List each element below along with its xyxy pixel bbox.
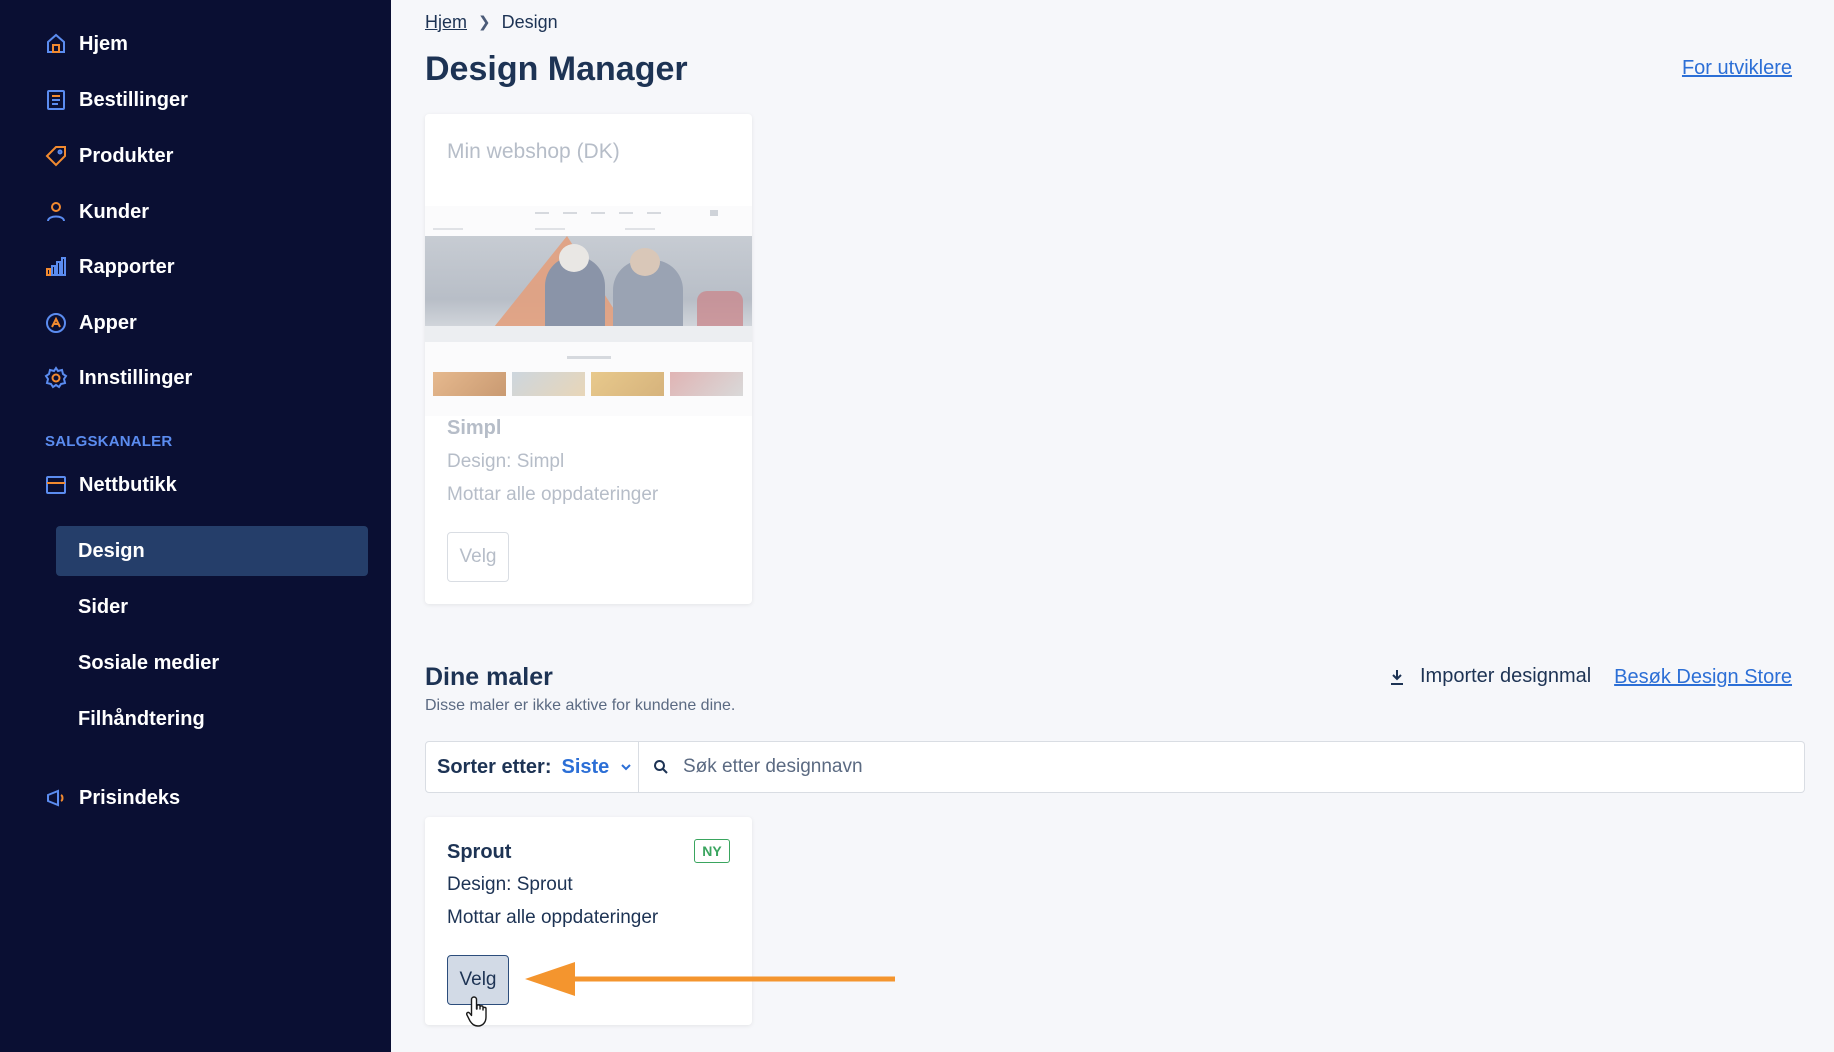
sidebar-subitem-filhandtering[interactable]: Filhåndtering	[56, 694, 368, 744]
template-design: Design: Simpl	[447, 451, 565, 472]
templates-section-title: Dine maler	[425, 663, 553, 691]
template-design: Design: Sprout	[447, 874, 573, 895]
sidebar-subitem-label: Sider	[78, 595, 129, 618]
sidebar-item-bestillinger[interactable]: Bestillinger	[44, 80, 188, 120]
page-title: Design Manager	[425, 50, 688, 88]
sidebar-item-label: Nettbutikk	[79, 473, 177, 496]
sidebar-item-rapporter[interactable]: Rapporter	[44, 247, 175, 287]
theme-preview-image	[425, 206, 752, 416]
sidebar-item-apper[interactable]: Apper	[44, 303, 137, 343]
user-icon	[44, 200, 68, 224]
template-name: Sprout	[447, 841, 512, 863]
sidebar-item-label: Innstillinger	[79, 366, 193, 389]
search-input[interactable]	[683, 756, 1583, 778]
sidebar-item-label: Kunder	[79, 200, 149, 223]
sidebar-subitem-sosiale-medier[interactable]: Sosiale medier	[56, 638, 368, 688]
download-icon	[1391, 669, 1403, 685]
sidebar-item-kunder[interactable]: Kunder	[44, 192, 149, 232]
hand-cursor-icon	[466, 996, 487, 1027]
active-theme-card: Min webshop (DK) Simpl Design: Simpl Mot…	[425, 114, 752, 604]
sidebar-item-hjem[interactable]: Hjem	[44, 24, 128, 64]
preview-thumb	[433, 372, 506, 396]
breadcrumb: Hjem ❯ Design	[425, 10, 558, 34]
import-template-label: Importer designmal	[1420, 665, 1592, 687]
preview-nav	[425, 206, 752, 222]
sidebar-subitem-sider[interactable]: Sider	[56, 582, 368, 632]
search-icon	[654, 760, 668, 774]
template-name: Simpl	[447, 417, 502, 439]
template-updates: Mottar alle oppdateringer	[447, 907, 659, 928]
apps-icon	[44, 311, 68, 335]
store-icon	[44, 473, 68, 497]
sidebar-item-produkter[interactable]: Produkter	[44, 136, 173, 176]
sidebar-item-label: Bestillinger	[79, 88, 188, 111]
sidebar: Hjem Bestillinger Produkter Kunder Rappo…	[0, 0, 391, 1052]
chevron-down-icon	[621, 764, 632, 771]
import-template-button[interactable]: Importer designmal	[1388, 665, 1591, 688]
bar-chart-icon	[44, 255, 68, 279]
sidebar-subitem-design[interactable]: Design	[56, 526, 368, 576]
filter-bar: Sorter etter: Siste	[425, 741, 1805, 793]
sidebar-item-label: Hjem	[79, 32, 128, 55]
sidebar-item-nettbutikk[interactable]: Nettbutikk	[44, 465, 177, 505]
sidebar-subitem-label: Sosiale medier	[78, 651, 220, 674]
search-field	[639, 741, 1805, 793]
sidebar-subitem-label: Design	[78, 539, 145, 562]
templates-section-subtitle: Disse maler er ikke aktive for kundene d…	[425, 697, 736, 714]
sidebar-item-label: Produkter	[79, 144, 174, 167]
design-store-link[interactable]: Besøk Design Store	[1614, 666, 1792, 689]
sidebar-section-label: SALGSKANALER	[45, 433, 173, 450]
sidebar-item-label: Apper	[79, 311, 137, 334]
chevron-right-icon: ❯	[478, 14, 491, 31]
developers-link[interactable]: For utviklere	[1682, 57, 1792, 80]
sidebar-subitem-label: Filhåndtering	[78, 707, 205, 730]
select-button-disabled[interactable]: Velg	[447, 532, 509, 582]
sort-value: Siste	[561, 755, 610, 778]
sort-label: Sorter etter:	[437, 755, 552, 778]
breadcrumb-current: Design	[501, 11, 558, 32]
preview-hero	[425, 236, 752, 342]
tag-icon	[44, 144, 68, 168]
gear-icon	[44, 366, 68, 390]
preview-strip	[425, 224, 752, 234]
shop-name: Min webshop (DK)	[447, 140, 620, 163]
sort-dropdown[interactable]: Sorter etter: Siste	[425, 741, 639, 793]
sidebar-item-label: Prisindeks	[79, 786, 181, 809]
preview-thumb	[591, 372, 664, 396]
home-icon	[44, 32, 68, 56]
orders-icon	[44, 88, 68, 112]
annotation-arrow	[525, 962, 895, 996]
sidebar-item-innstillinger[interactable]: Innstillinger	[44, 358, 192, 398]
sidebar-item-label: Rapporter	[79, 255, 175, 278]
preview-thumb	[512, 372, 585, 396]
breadcrumb-link-hjem[interactable]: Hjem	[425, 12, 467, 33]
sidebar-item-prisindeks[interactable]: Prisindeks	[44, 778, 180, 818]
new-badge: NY	[694, 839, 730, 863]
preview-thumb	[670, 372, 743, 396]
preview-caption	[567, 356, 611, 359]
megaphone-icon	[44, 786, 68, 810]
template-updates: Mottar alle oppdateringer	[447, 484, 659, 505]
